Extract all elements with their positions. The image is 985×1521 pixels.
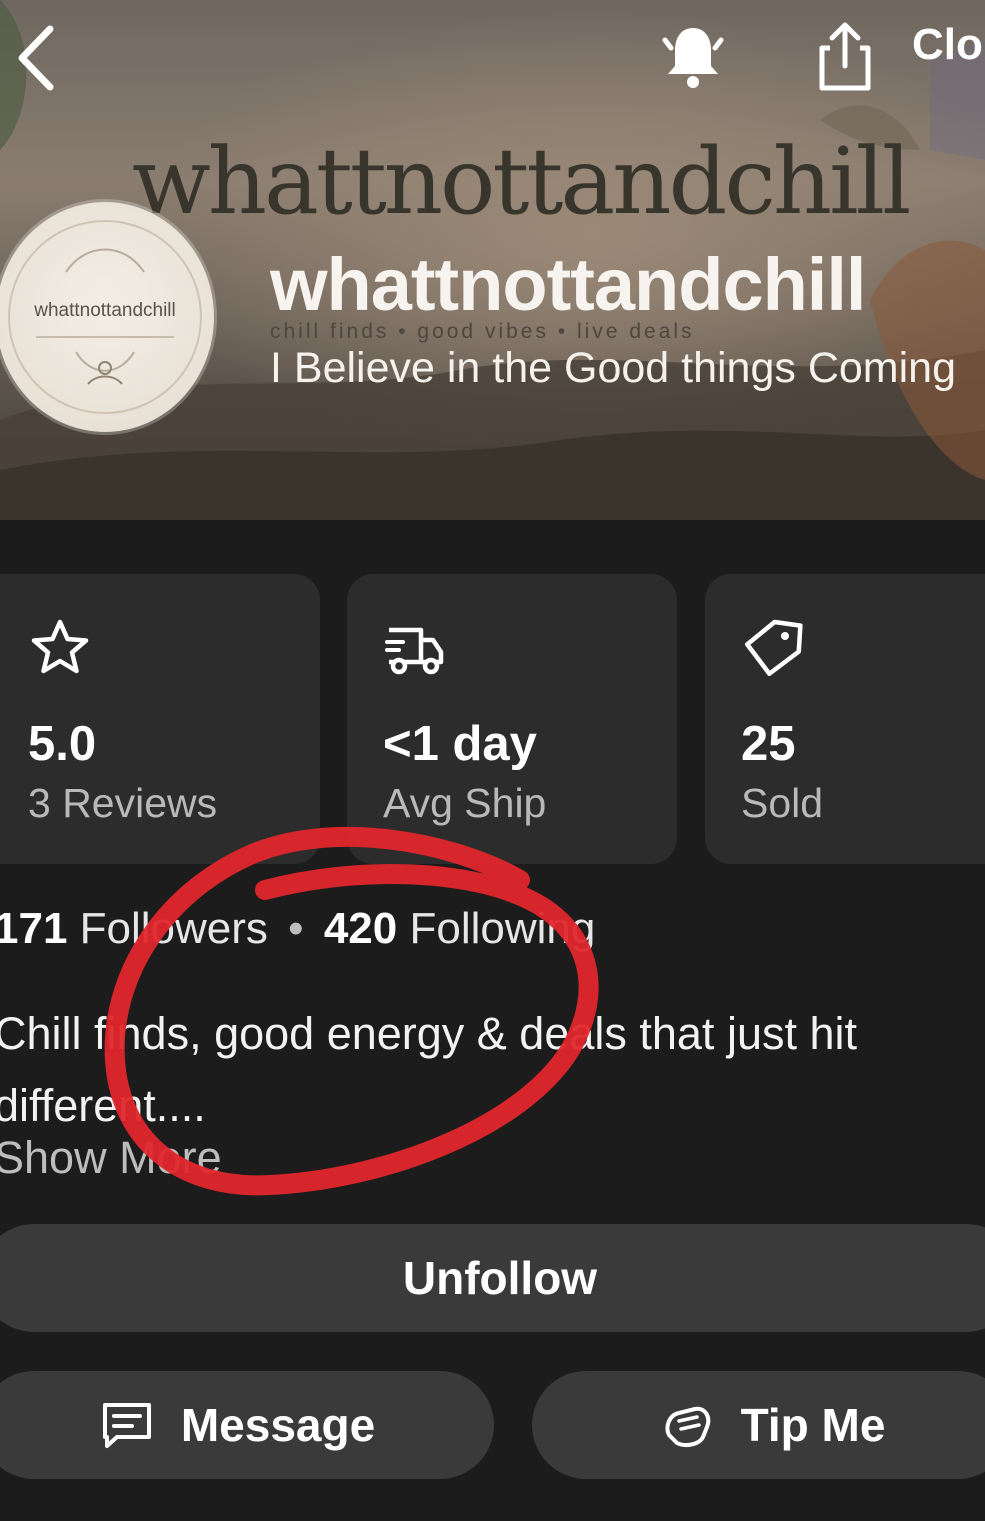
following-label: Following [409,904,596,953]
follow-stats: 171 Followers • 420 Following [0,904,595,954]
star-icon [31,619,89,674]
back-button[interactable] [6,18,66,98]
close-button[interactable]: Clo [912,20,983,70]
ship-time-label: Avg Ship [383,780,547,826]
sold-count: 25 [741,717,796,771]
unfollow-button[interactable]: Unfollow [0,1224,985,1332]
show-more-link[interactable]: Show More [0,1132,222,1184]
store-name: whattnottandchill [270,243,866,326]
store-tagline: chill finds • good vibes • live deals [270,320,695,343]
reviews-stat-card[interactable]: 5.0 3 Reviews [0,574,320,864]
bell-icon [662,28,724,88]
tip-icon [665,1406,710,1447]
followers-link[interactable]: 171 Followers [0,904,268,953]
rating-value: 5.0 [28,717,97,771]
follow-separator: • [288,904,304,953]
reviews-label: 3 Reviews [28,780,218,826]
share-icon [819,22,871,91]
followers-label: Followers [79,904,268,953]
following-link[interactable]: 420 Following [324,904,596,953]
shipping-stat-card[interactable]: <1 day Avg Ship [347,574,677,864]
back-icon [18,25,54,91]
notification-bell-button[interactable] [655,18,731,94]
banner-script-title: whattnottandchill [132,128,911,235]
following-count: 420 [323,904,398,953]
sold-label: Sold [741,780,824,826]
ship-time-value: <1 day [383,717,537,771]
tip-button[interactable]: Tip Me [532,1371,985,1479]
message-label: Message [180,1399,376,1451]
tag-icon [745,619,803,676]
profile-banner: Clo whattnottandchill whattnottandchill … [0,0,985,520]
sold-stat-card[interactable]: 25 Sold [705,574,985,864]
truck-icon [385,627,444,675]
avatar-logo-text: whattnottandchill [34,300,176,321]
unfollow-label: Unfollow [402,1252,598,1304]
store-avatar[interactable]: whattnottandchill [0,202,214,432]
tip-label: Tip Me [740,1399,886,1451]
followers-count: 171 [0,904,68,953]
message-button[interactable]: Message [0,1371,494,1479]
store-description: Chill finds, good energy & deals that ju… [0,1008,857,1131]
store-bio: I Believe in the Good things Coming [270,344,957,392]
message-icon [102,1403,151,1448]
share-button[interactable] [810,18,880,94]
